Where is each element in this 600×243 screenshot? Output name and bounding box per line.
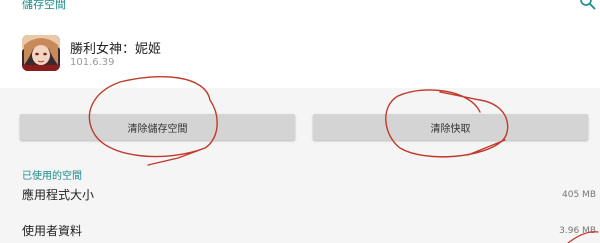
app-size-label: 應用程式大小 — [22, 188, 95, 202]
storage-section-title: 儲存空間 — [22, 0, 66, 11]
app-version: 101.6.39 — [70, 57, 115, 68]
app-size-value: 405 MB — [562, 190, 596, 200]
app-icon — [22, 35, 60, 71]
search-icon[interactable] — [580, 0, 596, 10]
used-space-title: 已使用的空間 — [22, 171, 82, 182]
app-info-panel: 儲存空間 勝利女神：妮姬 101.6.39 — [0, 0, 600, 88]
user-data-value: 3.96 MB — [559, 226, 596, 236]
app-name: 勝利女神：妮姬 — [70, 42, 162, 57]
clear-cache-button[interactable]: 清除快取 — [313, 114, 588, 140]
clear-storage-button[interactable]: 清除儲存空間 — [20, 114, 295, 140]
user-data-label: 使用者資料 — [22, 224, 83, 238]
